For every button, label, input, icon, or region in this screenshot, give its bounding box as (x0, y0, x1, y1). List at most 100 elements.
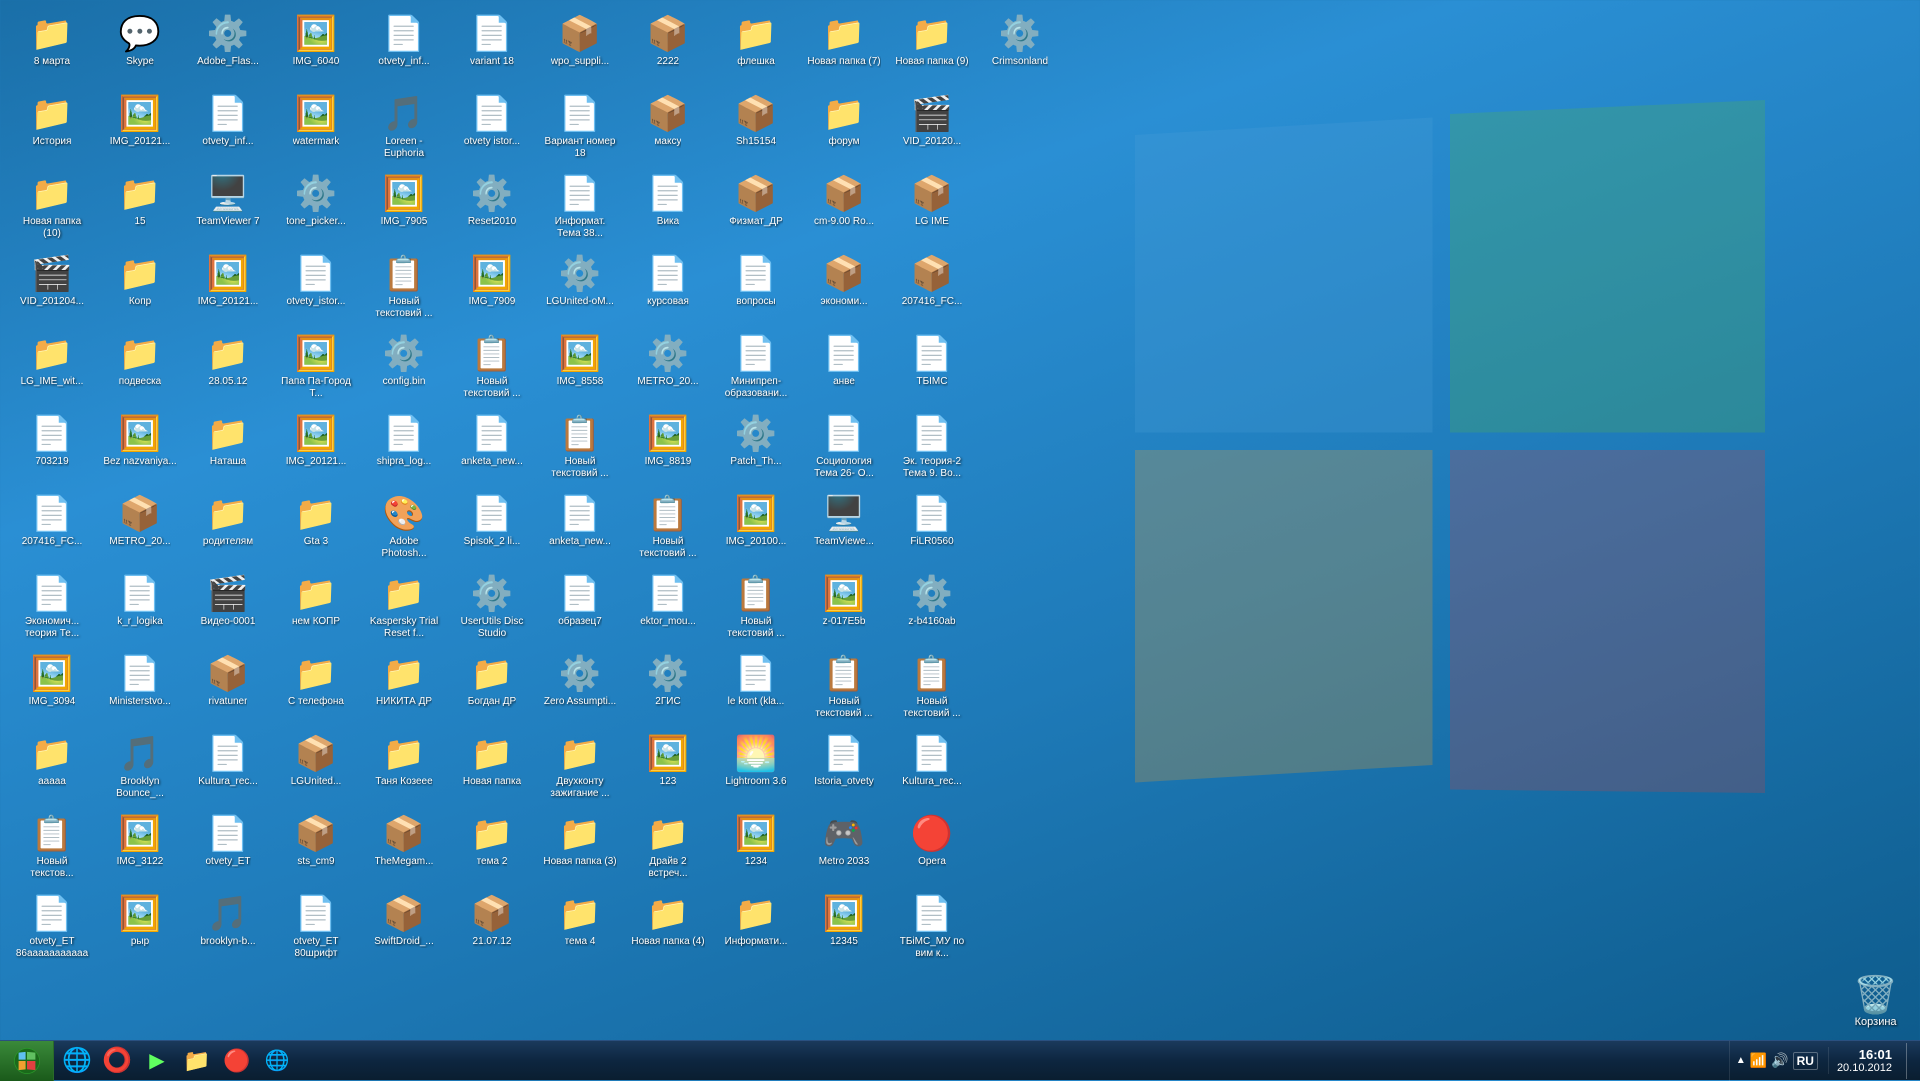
desktop-icon-patch-th[interactable]: ⚙️ Patch_Th... (716, 410, 796, 486)
desktop-icon-fleshka[interactable]: 📁 флешка (716, 10, 796, 86)
desktop-icon-otvety-inf2[interactable]: 📄 otvety_inf... (364, 10, 444, 86)
desktop-icon-tbimc-mp[interactable]: 📄 ТБіМС_МУ по вим к... (892, 890, 972, 966)
desktop-icon-nikita-dp[interactable]: 📁 НИКИТА ДР (364, 650, 444, 726)
desktop-icon-teamviewer2[interactable]: 🖥️ TeamViewe... (804, 490, 884, 566)
desktop-icon-ryp[interactable]: 🖼️ рыр (100, 890, 180, 966)
show-desktop[interactable] (1906, 1043, 1912, 1079)
desktop-icon-s-telefona[interactable]: 📁 С телефона (276, 650, 356, 726)
desktop-icon-vid2012041[interactable]: 🎬 VID_201204... (12, 250, 92, 326)
desktop-icon-adobe-ps[interactable]: 🎨 Adobe Photosh... (364, 490, 444, 566)
desktop-icon-703219[interactable]: 📄 703219 (12, 410, 92, 486)
desktop-icon-watermark[interactable]: 🖼️ watermark (276, 90, 356, 166)
desktop-icon-otvety-et[interactable]: 📄 otvety_ET 86ааааааааааа (12, 890, 92, 966)
desktop-icon-anve[interactable]: 📄 анве (804, 330, 884, 406)
desktop-icon-fizmat-dp[interactable]: 📦 Физмат_ДР (716, 170, 796, 246)
desktop-icon-kultura-rec2[interactable]: 📄 Kultura_rec... (892, 730, 972, 806)
desktop-icon-novaya-papka3[interactable]: 📁 Новая папка (3) (540, 810, 620, 886)
desktop-icon-zero-assump[interactable]: ⚙️ Zero Assumpti... (540, 650, 620, 726)
desktop-icon-brooklyn-b[interactable]: 🎵 brooklyn-b... (188, 890, 268, 966)
desktop-icon-cm9-rom[interactable]: 📦 cm-9.00 Ro... (804, 170, 884, 246)
desktop-icon-img20100[interactable]: 🖼️ IMG_20100... (716, 490, 796, 566)
desktop-icon-sh15154[interactable]: 📦 Sh15154 (716, 90, 796, 166)
desktop-icon-img3094[interactable]: 🖼️ IMG_3094 (12, 650, 92, 726)
desktop-icon-rivatuner[interactable]: 📦 rivatuner (188, 650, 268, 726)
desktop-icon-otvety-et2[interactable]: 📄 otvety_ET (188, 810, 268, 886)
desktop-icon-ektor-mou[interactable]: 📄 ektor_mou... (628, 570, 708, 646)
desktop-icon-informat-tema38[interactable]: 📄 Информат. Тема 38... (540, 170, 620, 246)
desktop-icon-28-05-12[interactable]: 📁 28.05.12 (188, 330, 268, 406)
taskbar-opera2[interactable]: 🔴 (218, 1043, 256, 1079)
desktop-icon-aaaaa[interactable]: 📁 ааааа (12, 730, 92, 806)
desktop-icon-novyi-tekst[interactable]: 📋 Новый текстов... (12, 810, 92, 886)
desktop-icon-loreen-euph[interactable]: 🎵 Loreen - Euphoria (364, 90, 444, 166)
desktop-icon-anketa-new[interactable]: 📄 anketa_new... (452, 410, 532, 486)
desktop-icon-kursovaya[interactable]: 📄 курсовая (628, 250, 708, 326)
desktop-icon-shipra-log[interactable]: 📄 shipra_log... (364, 410, 444, 486)
desktop-icon-adobe-flash[interactable]: ⚙️ Adobe_Flas... (188, 10, 268, 86)
desktop-icon-metro2033[interactable]: 🎮 Metro 2033 (804, 810, 884, 886)
desktop-icon-novyi-tekst6[interactable]: 📋 Новый текстовий ... (716, 570, 796, 646)
desktop-icon-img20121b[interactable]: 🖼️ IMG_20121... (188, 250, 268, 326)
desktop-icon-otvety-inf[interactable]: 📄 otvety_inf... (188, 90, 268, 166)
desktop-icon-img6040[interactable]: 🖼️ IMG_6040 (276, 10, 356, 86)
desktop-icon-opera[interactable]: 🔴 Opera (892, 810, 972, 886)
desktop-icon-ekonomich[interactable]: 📄 Экономич... теория Те... (12, 570, 92, 646)
desktop-icon-sotsiolog-tema[interactable]: 📄 Социология Тема 26- О... (804, 410, 884, 486)
desktop-icon-video0001[interactable]: 🎬 Видео-0001 (188, 570, 268, 646)
desktop-icon-novaya-papka-10[interactable]: 📁 Новая папка (10) (12, 170, 92, 246)
desktop-icon-maksy[interactable]: 📦 максу (628, 90, 708, 166)
desktop-icon-1234[interactable]: 🖼️ 1234 (716, 810, 796, 886)
desktop-icon-podveska[interactable]: 📁 подвеска (100, 330, 180, 406)
desktop-icon-userutils-disc[interactable]: ⚙️ UserUtils Disc Studio (452, 570, 532, 646)
desktop-icon-novaya-papka9[interactable]: 📁 Новая папка (9) (892, 10, 972, 86)
desktop-icon-papa-pa[interactable]: 🖼️ Папа Па-Город Т... (276, 330, 356, 406)
desktop-icon-novyi-tekst7[interactable]: 📋 Новый текстовий ... (804, 650, 884, 726)
desktop-icon-lgunited2[interactable]: ⚙️ LGUnited-oM... (540, 250, 620, 326)
tray-arrow[interactable]: ▲ (1736, 1055, 1746, 1066)
desktop-icon-variant-nom18[interactable]: 📄 Вариант номер 18 (540, 90, 620, 166)
start-button[interactable] (0, 1041, 54, 1081)
desktop-icon-novaya-papka[interactable]: 📁 Новая папка (452, 730, 532, 806)
desktop-icon-roditelyam[interactable]: 📁 родителям (188, 490, 268, 566)
taskbar-ie2[interactable]: 🌐 (258, 1043, 296, 1079)
desktop-icon-teamviewer7[interactable]: 🖥️ TeamViewer 7 (188, 170, 268, 246)
taskbar-opera[interactable]: ⭕ (98, 1043, 136, 1079)
desktop-icon-017e5b[interactable]: 🖼️ z-017E5b (804, 570, 884, 646)
taskbar-ie[interactable]: 🌐 (58, 1043, 96, 1079)
desktop-icon-swiftdroid[interactable]: 📦 SwiftDroid_... (364, 890, 444, 966)
desktop-icon-img20121c[interactable]: 🖼️ IMG_20121... (276, 410, 356, 486)
desktop-icon-123[interactable]: 🖼️ 123 (628, 730, 708, 806)
desktop-icon-novaya-papka7[interactable]: 📁 Новая папка (7) (804, 10, 884, 86)
desktop-icon-informati[interactable]: 📁 Информати... (716, 890, 796, 966)
desktop-icon-wpo-suppli[interactable]: 📦 wpo_suppli... (540, 10, 620, 86)
desktop-icon-ek-teoria2[interactable]: 📄 Эк. теория-2 Тема 9. Во... (892, 410, 972, 486)
taskbar-winamp[interactable]: ▶ (138, 1043, 176, 1079)
desktop-icon-istoria-otvety[interactable]: 📄 Istoria_otvety (804, 730, 884, 806)
desktop-icon-dvuhkontu[interactable]: 📁 Двухконту зажигание ... (540, 730, 620, 806)
desktop-icon-207416-fcb[interactable]: 📦 207416_FC... (892, 250, 972, 326)
desktop-icon-21-07-12[interactable]: 📦 21.07.12 (452, 890, 532, 966)
desktop-icon-img8558[interactable]: 🖼️ IMG_8558 (540, 330, 620, 406)
desktop-icon-metro20[interactable]: 📦 METRO_20... (100, 490, 180, 566)
desktop-icon-vika[interactable]: 📄 Вика (628, 170, 708, 246)
desktop-icon-novaya-papka4[interactable]: 📁 Новая папка (4) (628, 890, 708, 966)
desktop-icon-draiv2[interactable]: 📁 Драйв 2 встреч... (628, 810, 708, 886)
desktop-icon-novyi-tekst5[interactable]: 📋 Новый текстовий ... (628, 490, 708, 566)
taskbar-explorer[interactable]: 📁 (178, 1043, 216, 1079)
desktop-icon-kultura-rec[interactable]: 📄 Kultura_rec... (188, 730, 268, 806)
desktop-icon-kk-logika[interactable]: 📄 k_r_logika (100, 570, 180, 646)
desktop-icon-variant18[interactable]: 📄 variant 18 (452, 10, 532, 86)
desktop-icon-lgime-with[interactable]: 📁 LG_IME_wit... (12, 330, 92, 406)
desktop-icon-tone-picker[interactable]: ⚙️ tone_picker... (276, 170, 356, 246)
desktop-icon-img7905[interactable]: 🖼️ IMG_7905 (364, 170, 444, 246)
desktop-icon-skype[interactable]: 💬 Skype (100, 10, 180, 86)
desktop-icon-img2012[interactable]: 🖼️ IMG_20121... (100, 90, 180, 166)
desktop-icon-bogdan-dp[interactable]: 📁 Богдан ДР (452, 650, 532, 726)
desktop-icon-kaspersky[interactable]: 📁 Kaspersky Trial Reset f... (364, 570, 444, 646)
desktop-icon-sts-cm9[interactable]: 📦 sts_cm9 (276, 810, 356, 886)
desktop-icon-novyi-tekst3[interactable]: 📋 Новый текстовий ... (452, 330, 532, 406)
desktop-icon-nem-kopr[interactable]: 📁 нем КОПР (276, 570, 356, 646)
desktop-icon-12345[interactable]: 🖼️ 12345 (804, 890, 884, 966)
desktop-icon-novyi-tekst8[interactable]: 📋 Новый текстовий ... (892, 650, 972, 726)
desktop-icon-lgunited[interactable]: 📦 LGUnited... (276, 730, 356, 806)
